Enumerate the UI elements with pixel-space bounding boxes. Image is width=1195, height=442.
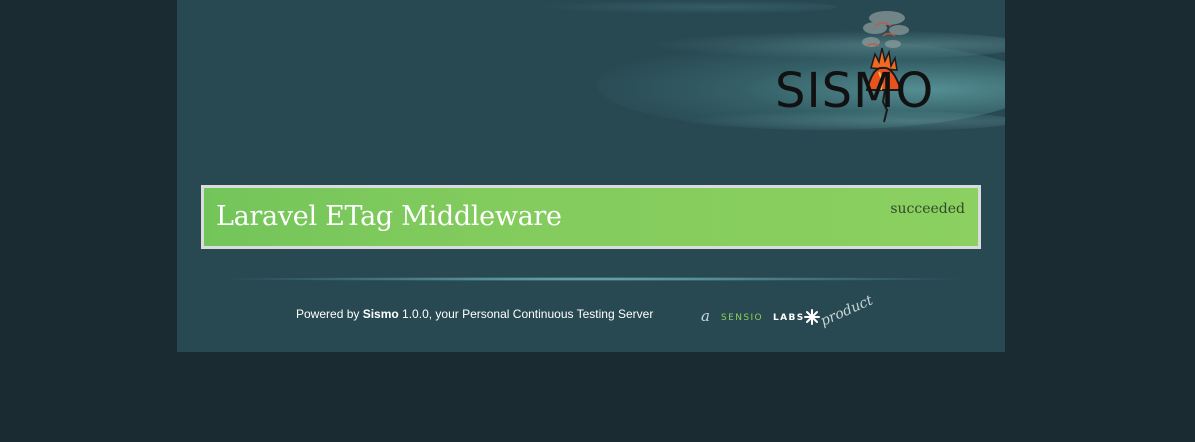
vendor-a-text: a: [701, 307, 710, 325]
footer-app-name[interactable]: Sismo: [363, 307, 399, 321]
project-card[interactable]: Laravel ETag Middleware succeeded: [201, 185, 981, 249]
page-container: SISMO Laravel ETag Middleware succeeded …: [177, 0, 1005, 352]
footer-suffix: 1.0.0, your Personal Continuous Testing …: [398, 307, 654, 321]
logo-wordmark: SISMO: [775, 63, 934, 119]
vendor-labs-text: LABS: [773, 313, 805, 323]
volcano-logo-icon: SISMO: [775, 11, 934, 123]
sismo-logo[interactable]: SISMO: [775, 6, 965, 128]
vendor-sensio-text: SENSIO: [721, 313, 763, 323]
status-badge: succeeded: [890, 201, 965, 217]
project-name-link[interactable]: Laravel ETag Middleware: [216, 201, 562, 232]
sensiolabs-logo-icon: a SENSIO LABS product: [701, 292, 876, 329]
sensiolabs-product-link[interactable]: a SENSIO LABS product: [699, 290, 889, 334]
sensiolabs-star-icon: [804, 309, 820, 325]
footer-prefix: Powered by: [296, 307, 363, 321]
vendor-product-text: product: [818, 292, 876, 329]
footer-credits: Powered by Sismo 1.0.0, your Personal Co…: [296, 307, 653, 321]
footer-divider: [225, 277, 961, 281]
